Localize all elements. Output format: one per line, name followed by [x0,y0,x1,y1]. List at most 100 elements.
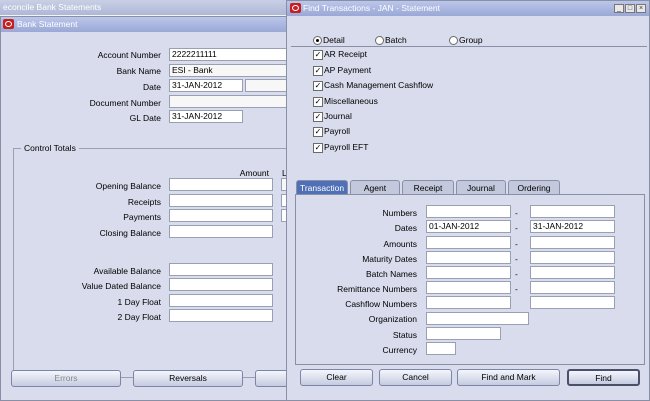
batch-radio[interactable] [375,36,384,45]
cash-management-cashflow-label: Cash Management Cashflow [324,80,434,90]
value-dated-balance-field[interactable] [169,278,273,291]
date-field[interactable]: 31-JAN-2012 [169,79,243,92]
tab-journal[interactable]: Journal [456,180,506,195]
payroll-label: Payroll [324,126,350,136]
one-day-float-field[interactable] [169,294,273,307]
remittance-numbers-label: Remittance Numbers [337,284,417,294]
maximize-icon[interactable]: □ [625,4,635,13]
ar-receipt-label: AR Receipt [324,49,367,59]
group-radio-label: Group [459,35,483,45]
status-field[interactable] [426,327,501,340]
remittance-numbers-from-field[interactable] [426,281,511,294]
minimize-icon[interactable]: _ [614,4,624,13]
miscellaneous-label: Miscellaneous [324,96,378,106]
ap-payment-checkbox[interactable]: ✓ [313,66,323,76]
currency-label: Currency [382,345,417,355]
bank-name-field[interactable]: ESI - Bank [169,64,299,77]
available-balance-field[interactable] [169,263,273,276]
cashflow-numbers-label: Cashflow Numbers [345,299,417,309]
gl-date-field[interactable]: 31-JAN-2012 [169,110,243,123]
tab-transaction[interactable]: Transaction [296,180,348,195]
bank-statement-title-bar[interactable]: Bank Statement [1,17,299,32]
batch-names-from-field[interactable] [426,266,511,279]
ar-receipt-checkbox[interactable]: ✓ [313,50,323,60]
one-day-float-label: 1 Day Float [117,297,161,307]
dates-to-field[interactable]: 31-JAN-2012 [530,220,615,233]
amounts-from-field[interactable] [426,236,511,249]
remittance-numbers-separator: - [515,284,518,294]
opening-balance-amount-field[interactable] [169,178,273,191]
value-dated-balance-label: Value Dated Balance [81,281,161,291]
remittance-numbers-to-field[interactable] [530,281,615,294]
errors-button[interactable]: Errors [11,370,121,387]
background-window-title: econcile Bank Statements [3,2,102,12]
batch-names-to-field[interactable] [530,266,615,279]
bank-statement-title: Bank Statement [17,19,78,29]
account-number-field[interactable]: 2222211111 [169,48,299,61]
dates-separator: - [515,223,518,233]
group-radio[interactable] [449,36,458,45]
maturity-dates-from-field[interactable] [426,251,511,264]
find-transactions-title-bar[interactable]: Find Transactions - JAN - Statement _ □ … [287,1,649,16]
close-icon[interactable]: × [636,4,646,13]
two-day-float-label: 2 Day Float [117,312,161,322]
find-transactions-title: Find Transactions - JAN - Statement [303,3,440,13]
miscellaneous-checkbox[interactable]: ✓ [313,97,323,107]
clear-button[interactable]: Clear [300,369,373,386]
gl-date-label: GL Date [129,113,161,123]
batch-names-label: Batch Names [365,269,417,279]
amounts-label: Amounts [383,239,417,249]
maturity-dates-to-field[interactable] [530,251,615,264]
find-button[interactable]: Find [567,369,640,386]
amounts-separator: - [515,239,518,249]
reversals-button[interactable]: Reversals [133,370,243,387]
dates-label: Dates [394,223,417,233]
numbers-from-field[interactable] [426,205,511,218]
currency-field[interactable] [426,342,456,355]
radio-divider [291,46,647,47]
tab-agent[interactable]: Agent [350,180,400,195]
organization-field[interactable] [426,312,529,325]
account-number-label: Account Number [97,50,161,60]
payments-amount-field[interactable] [169,209,273,222]
cashflow-numbers-to-field[interactable] [530,296,615,309]
tab-receipt[interactable]: Receipt [402,180,454,195]
journal-checkbox[interactable]: ✓ [313,112,323,122]
oracle-icon [290,3,301,13]
ap-payment-label: AP Payment [324,65,372,75]
payroll-eft-label: Payroll EFT [324,142,369,152]
bank-name-label: Bank Name [116,66,161,76]
numbers-label: Numbers [382,208,417,218]
payroll-checkbox[interactable]: ✓ [313,127,323,137]
opening-balance-label: Opening Balance [95,181,161,191]
detail-radio-label: Detail [323,35,345,45]
date-label: Date [143,82,161,92]
two-day-float-field[interactable] [169,309,273,322]
receipts-amount-field[interactable] [169,194,273,207]
amounts-to-field[interactable] [530,236,615,249]
dates-from-field[interactable]: 01-JAN-2012 [426,220,511,233]
find-and-mark-button[interactable]: Find and Mark [457,369,560,386]
detail-radio[interactable] [313,36,322,45]
maturity-dates-label: Maturity Dates [362,254,417,264]
available-balance-label: Available Balance [93,266,161,276]
cash-management-cashflow-checkbox[interactable]: ✓ [313,81,323,91]
journal-label: Journal [324,111,352,121]
payments-label: Payments [123,212,161,222]
tab-ordering[interactable]: Ordering [508,180,560,195]
background-window-title-bar[interactable]: econcile Bank Statements [0,0,300,15]
cancel-button[interactable]: Cancel [379,369,452,386]
status-label: Status [392,330,417,340]
document-number-label: Document Number [89,98,161,108]
control-totals-title: Control Totals [21,142,79,154]
payroll-eft-checkbox[interactable]: ✓ [313,143,323,153]
maturity-dates-separator: - [515,254,518,264]
find-transactions-window: Find Transactions - JAN - Statement _ □ … [286,0,650,401]
cashflow-numbers-from-field[interactable] [426,296,511,309]
closing-balance-field[interactable] [169,225,273,238]
numbers-to-field[interactable] [530,205,615,218]
bank-statement-window: Bank Statement Account Number 2222211111… [0,16,300,401]
closing-balance-label: Closing Balance [99,228,161,238]
oracle-icon [3,19,14,29]
document-number-field[interactable] [169,95,299,108]
